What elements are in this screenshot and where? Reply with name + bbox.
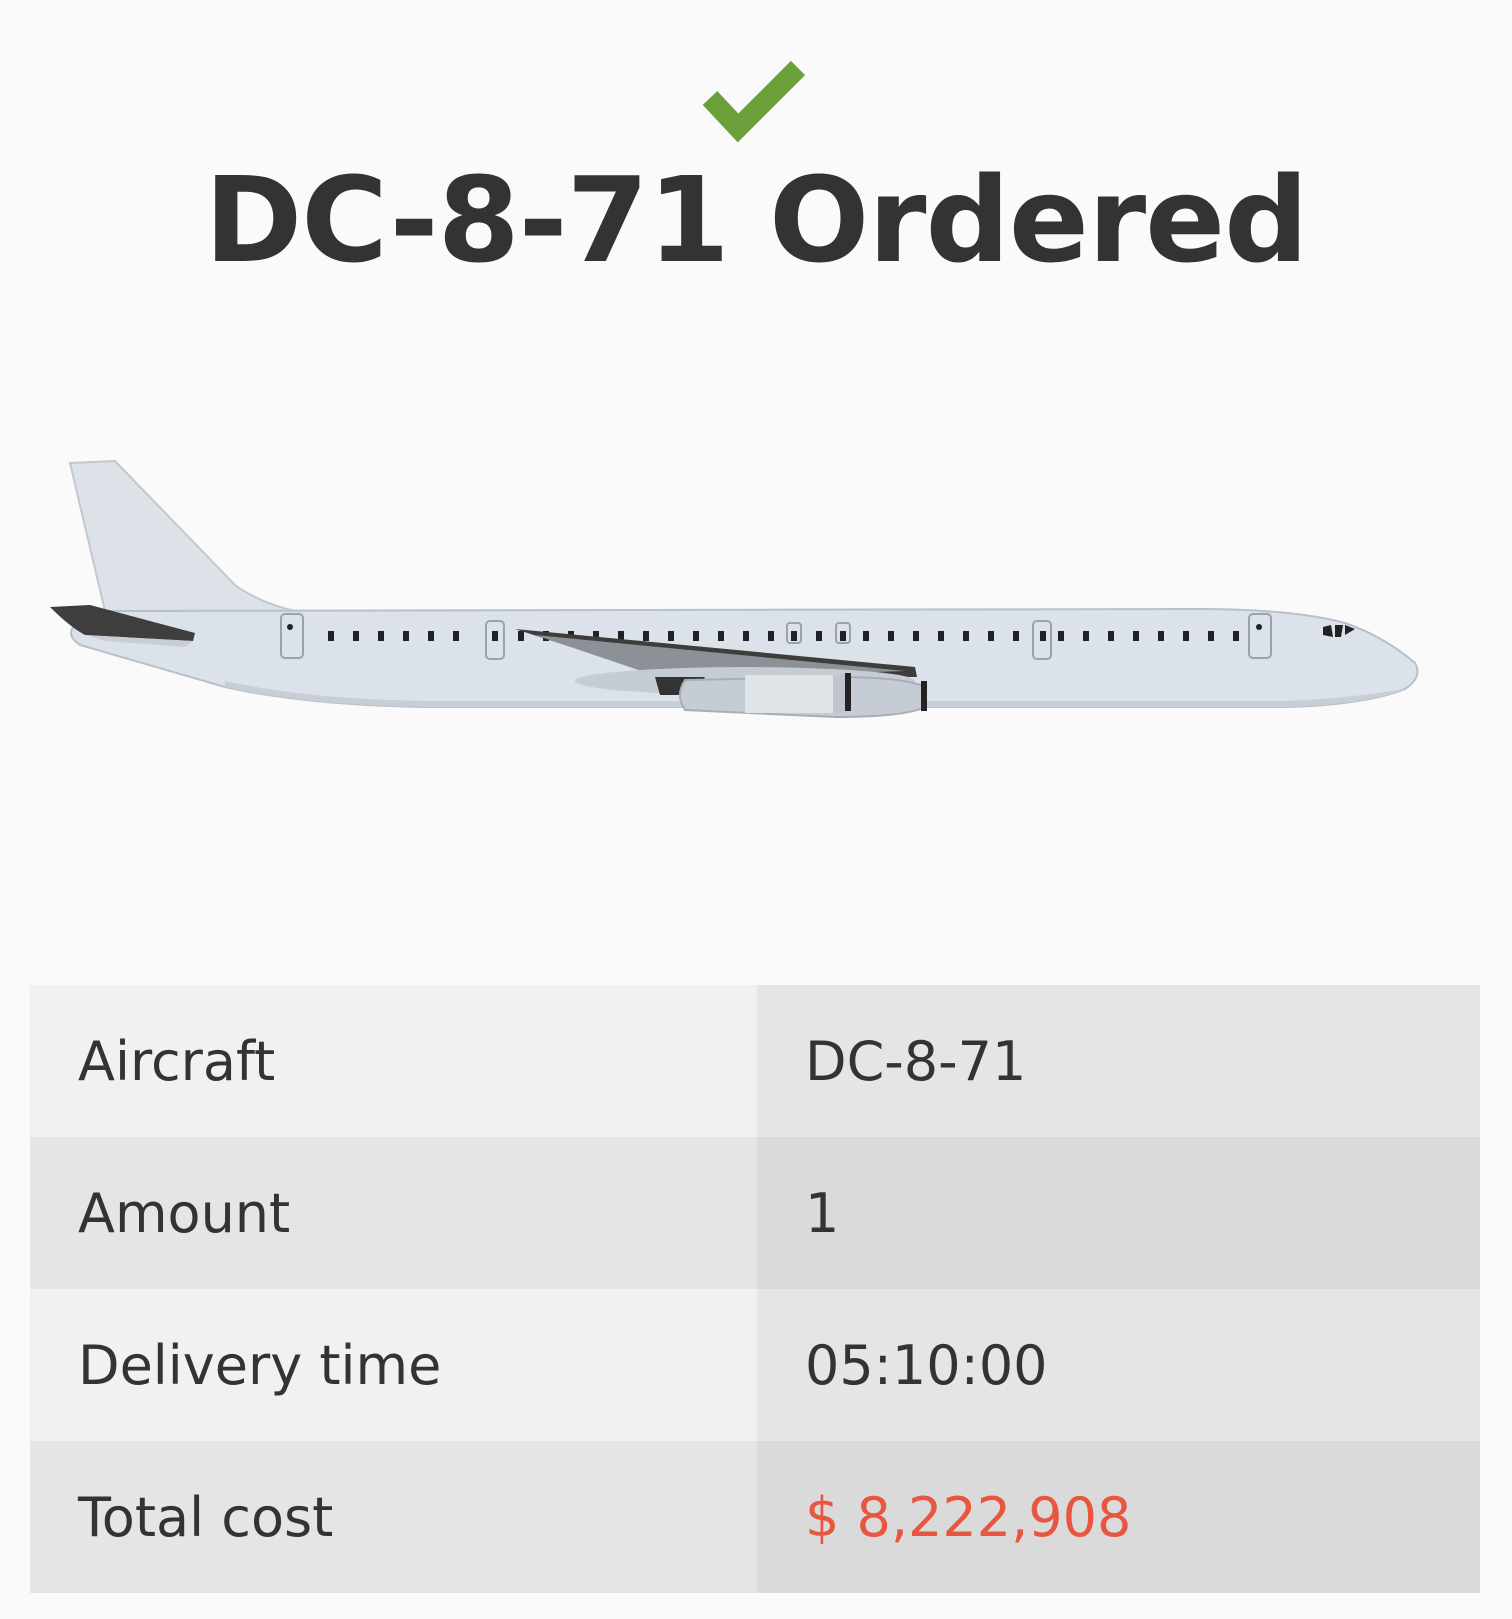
order-details-table: Aircraft DC-8-71 Amount 1 Delivery time … [30, 985, 1480, 1593]
aircraft-label: Aircraft [30, 985, 757, 1137]
details-row-total-cost: Total cost $ 8,222,908 [30, 1441, 1480, 1593]
details-row-amount: Amount 1 [30, 1137, 1480, 1289]
checkmark-icon [702, 60, 806, 143]
total-cost-value: $ 8,222,908 [757, 1441, 1480, 1593]
amount-value: 1 [757, 1137, 1480, 1289]
delivery-time-label: Delivery time [30, 1289, 757, 1441]
details-row-delivery-time: Delivery time 05:10:00 [30, 1289, 1480, 1441]
details-row-aircraft: Aircraft DC-8-71 [30, 985, 1480, 1137]
page-title: DC-8-71 Ordered [204, 151, 1308, 289]
delivery-time-value: 05:10:00 [757, 1289, 1480, 1441]
amount-label: Amount [30, 1137, 757, 1289]
aircraft-value: DC-8-71 [757, 985, 1480, 1137]
airplane-icon [50, 459, 1419, 719]
total-cost-label: Total cost [30, 1441, 757, 1593]
